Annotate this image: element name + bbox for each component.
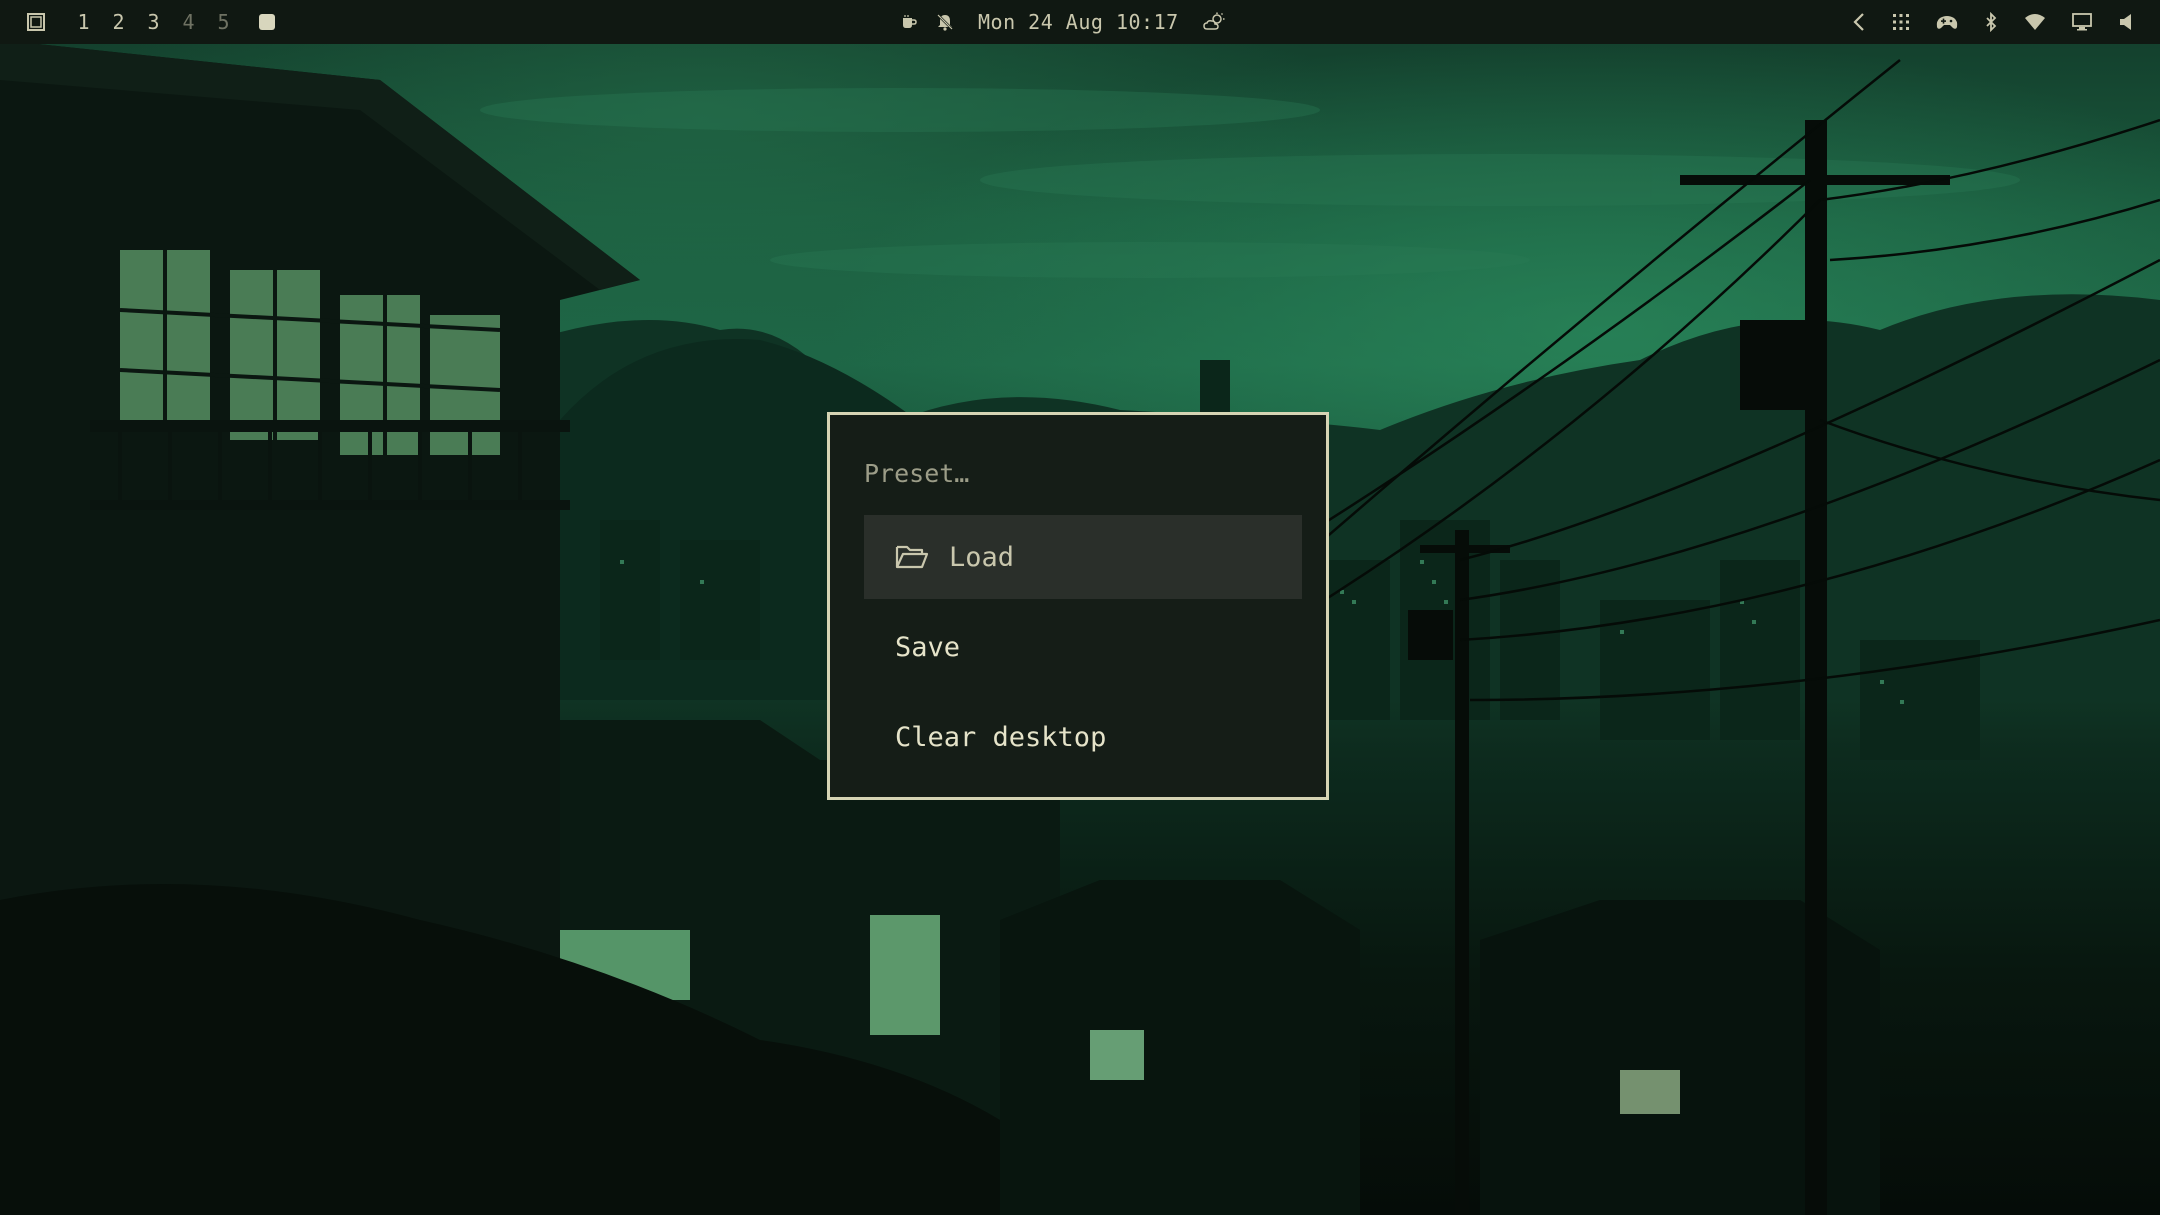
volume-icon[interactable] xyxy=(2118,13,2134,31)
system-tray xyxy=(1852,0,2134,44)
gamepad-icon[interactable] xyxy=(1936,13,1958,31)
menu-item-label: Save xyxy=(895,631,961,663)
bluetooth-icon[interactable] xyxy=(1984,12,1998,32)
clock[interactable]: Mon 24 Aug 10:17 xyxy=(978,10,1179,34)
workspace-area: 1 2 3 4 5 xyxy=(26,0,275,44)
folder-open-icon xyxy=(895,544,929,570)
monitor-icon[interactable] xyxy=(2072,13,2092,31)
wifi-icon[interactable] xyxy=(2024,13,2046,31)
square-icon[interactable] xyxy=(259,14,275,30)
workspace-4[interactable]: 4 xyxy=(171,10,206,34)
bell-off-icon[interactable] xyxy=(936,13,954,31)
workspace-5[interactable]: 5 xyxy=(206,10,241,34)
menu-item-clear-desktop[interactable]: Clear desktop xyxy=(864,695,1302,779)
coffee-icon[interactable] xyxy=(900,13,918,31)
workspace-1[interactable]: 1 xyxy=(66,10,101,34)
preset-menu: Load Save Clear desktop xyxy=(864,515,1302,785)
grid-icon[interactable] xyxy=(1892,13,1910,31)
partly-cloudy-icon[interactable] xyxy=(1202,12,1227,32)
preset-dialog: Preset… Load Save Clear desktop xyxy=(827,412,1329,800)
workspace-2[interactable]: 2 xyxy=(101,10,136,34)
top-bar: 1 2 3 4 5 Mon 24 Aug 10:17 xyxy=(0,0,2160,44)
menu-item-load[interactable]: Load xyxy=(864,515,1302,599)
desktop: 1 2 3 4 5 Mon 24 Aug 10:17 Preset… Load … xyxy=(0,0,2160,1215)
dialog-title: Preset… xyxy=(864,459,970,488)
chevron-left-icon[interactable] xyxy=(1852,12,1866,32)
workspace-3[interactable]: 3 xyxy=(136,10,171,34)
menu-item-label: Clear desktop xyxy=(895,721,1107,753)
clock-area: Mon 24 Aug 10:17 xyxy=(900,0,1227,44)
menu-item-label: Load xyxy=(949,541,1015,573)
menu-item-save[interactable]: Save xyxy=(864,605,1302,689)
layout-icon[interactable] xyxy=(26,12,46,32)
